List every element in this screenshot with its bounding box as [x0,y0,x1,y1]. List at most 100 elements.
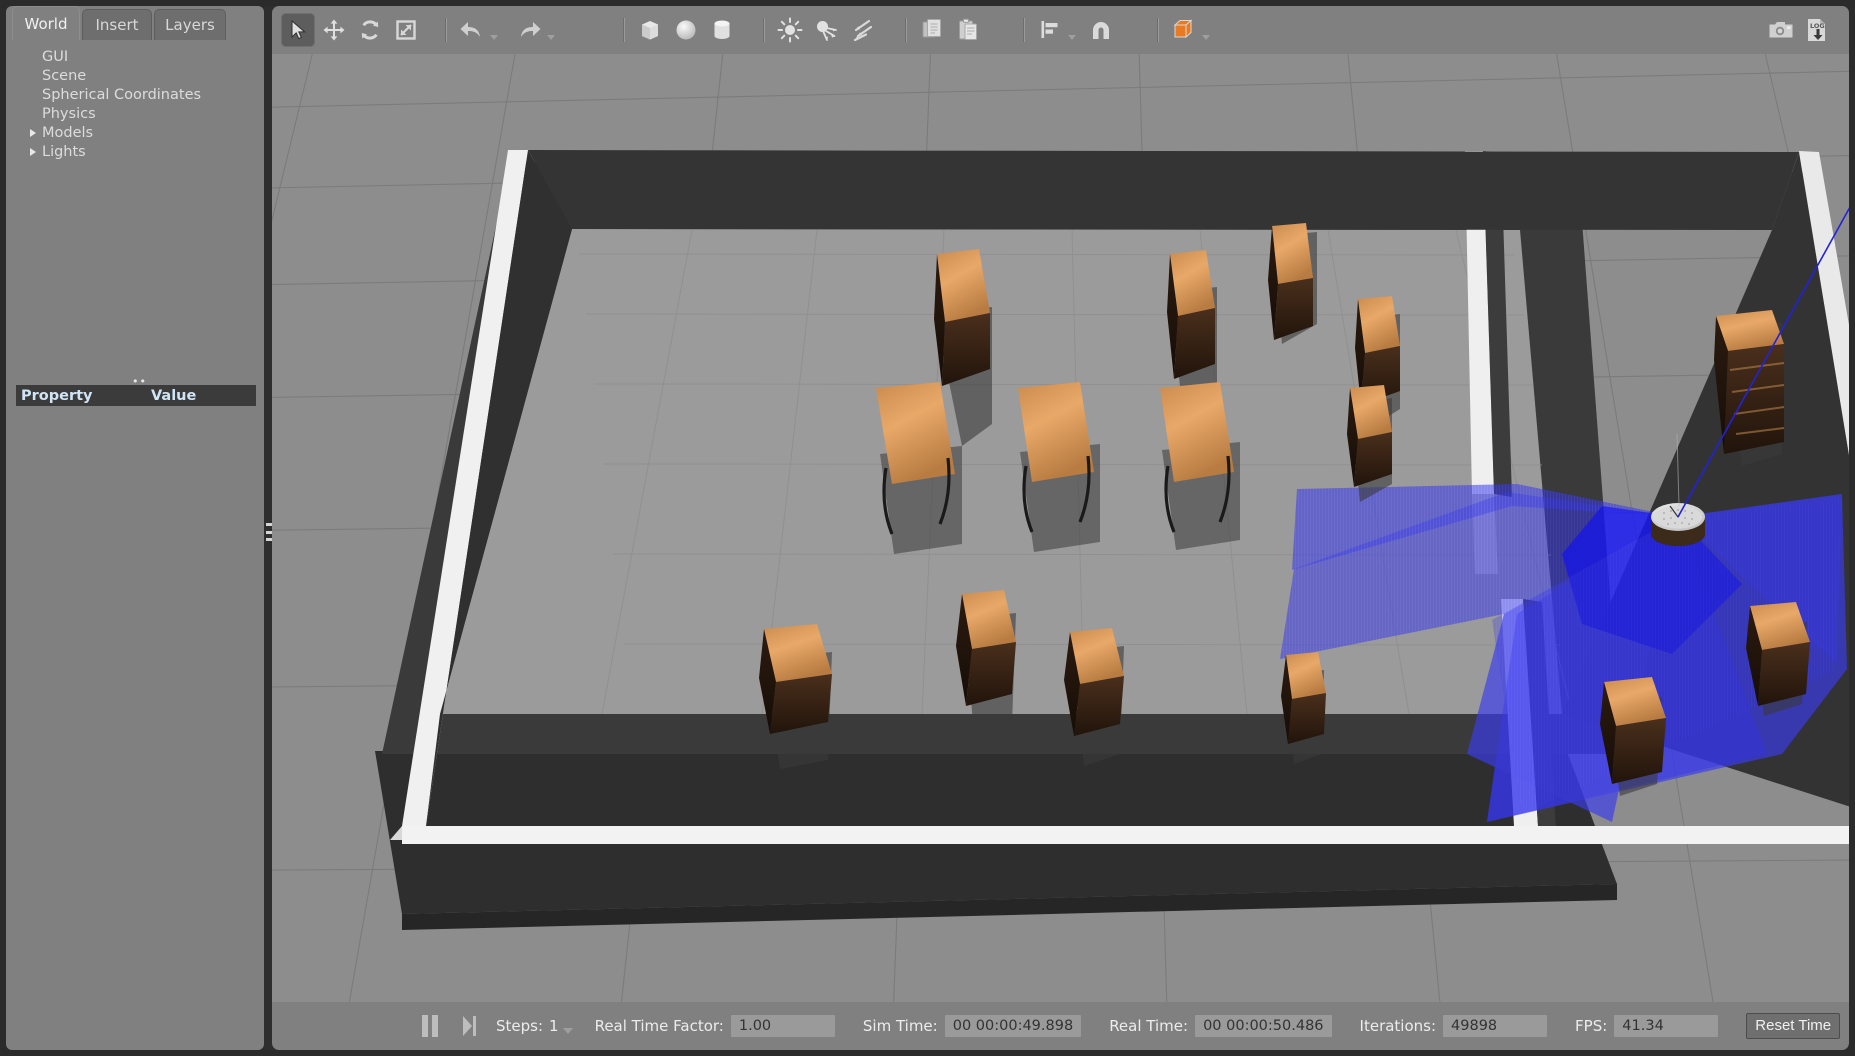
paste-icon [959,18,977,40]
insert-cylinder-button[interactable] [705,13,739,47]
screenshot-button[interactable] [1764,13,1798,47]
tree-item-gui[interactable]: GUI [6,48,264,67]
toolbar-separator [763,18,765,42]
left-panel-tabbar: World Insert Layers [6,6,264,40]
undo-button[interactable] [455,13,489,47]
value-column-header: Value [151,387,197,404]
render-container: LOG Steps: 1 Real Time Factor: 1.00 Sim … [272,6,1849,1050]
left-panel: World Insert Layers GUI Scene Spherical … [6,6,264,1050]
redo-icon [521,22,541,37]
insert-sphere-button[interactable] [669,13,703,47]
toolbar-group-primitives [616,11,740,49]
tree-item-physics[interactable]: Physics [6,105,264,124]
log-button[interactable]: LOG [1800,13,1834,47]
fps-label: FPS: [1575,1017,1608,1035]
toolbar-group-history [438,11,557,49]
log-download-icon: LOG [1808,19,1825,41]
real-time-label: Real Time: [1109,1017,1189,1035]
chevron-right-icon[interactable] [30,148,36,156]
scale-tool-button[interactable] [389,13,423,47]
view-angle-dropdown[interactable] [1202,34,1210,40]
main-toolbar: LOG [272,6,1849,54]
tree-item-models[interactable]: Models [6,124,264,143]
toolbar-group-view [1150,11,1212,49]
property-table-header: Property Value [16,385,256,406]
real-time-value: 00 00:00:50.486 [1195,1015,1332,1037]
tree-item-label: Lights [42,144,86,160]
magnet-icon [1093,22,1109,39]
paste-button[interactable] [951,13,985,47]
view-cube-icon [1173,19,1193,39]
real-time-factor-value: 1.00 [730,1015,835,1037]
undo-icon [460,22,480,37]
insert-directional-light-button[interactable] [845,13,879,47]
world-tree: GUI Scene Spherical Coordinates Physics … [6,40,264,380]
property-column-header: Property [21,387,93,404]
toolbar-group-lights [756,11,880,49]
translate-tool-button[interactable] [317,13,351,47]
tab-world[interactable]: World [12,6,80,40]
directional-light-icon [853,19,873,42]
tree-item-label: Models [42,125,94,141]
3d-render-view[interactable] [272,54,1849,1002]
align-button[interactable] [1033,13,1067,47]
rotate-tool-button[interactable] [353,13,387,47]
toolbar-separator [445,18,447,42]
box-model [1268,223,1317,344]
tree-item-spherical-coordinates[interactable]: Spherical Coordinates [6,86,264,105]
toolbar-group-align [1016,11,1119,49]
steps-label: Steps: [496,1017,544,1035]
pause-icon [432,1015,438,1037]
rotate-icon [361,20,379,40]
tree-item-lights[interactable]: Lights [6,143,264,162]
align-dropdown[interactable] [1068,34,1076,40]
snap-button[interactable] [1084,13,1118,47]
align-icon [1041,21,1058,38]
redo-button[interactable] [512,13,546,47]
iterations-label: Iterations: [1359,1017,1437,1035]
copy-button[interactable] [915,13,949,47]
toolbar-separator [623,18,625,42]
arrow-cursor-icon [291,19,306,40]
toolbar-separator [1157,18,1159,42]
insert-box-button[interactable] [633,13,667,47]
sphere-icon [676,20,696,40]
toolbar-separator [1023,18,1025,42]
camera-icon [1769,22,1793,38]
chevron-right-icon[interactable] [30,129,36,137]
move-icon [323,19,345,41]
steps-dropdown[interactable] [562,1028,573,1034]
toolbar-group-capture: LOG [1763,11,1835,49]
toolbar-separator [905,18,907,42]
box-icon [642,21,658,40]
fps-value: 41.34 [1614,1015,1719,1037]
copy-icon [922,19,941,38]
insert-point-light-button[interactable] [773,13,807,47]
gazebo-window: World Insert Layers GUI Scene Spherical … [0,0,1855,1056]
scale-icon [396,20,416,40]
insert-spot-light-button[interactable] [809,13,843,47]
tree-item-scene[interactable]: Scene [6,67,264,86]
pause-icon [422,1015,428,1037]
undo-history-dropdown[interactable] [490,34,498,40]
view-angle-button[interactable] [1167,13,1201,47]
reset-time-button[interactable]: Reset Time [1746,1013,1841,1039]
redo-history-dropdown[interactable] [547,34,555,40]
tab-insert[interactable]: Insert [82,9,152,40]
status-bar: Steps: 1 Real Time Factor: 1.00 Sim Time… [272,1002,1849,1050]
tree-item-label: Spherical Coordinates [42,87,202,103]
pause-button[interactable] [422,1015,438,1037]
sim-time-value: 00 00:00:49.898 [944,1015,1082,1037]
tree-item-label: Scene [42,68,87,84]
box-model [1347,385,1392,502]
scene-render [272,54,1849,1002]
tree-item-label: Physics [42,106,96,122]
tab-layers[interactable]: Layers [154,9,226,40]
step-button[interactable] [460,1015,478,1037]
cylinder-icon [714,20,730,39]
iterations-value: 49898 [1443,1015,1548,1037]
svg-text:LOG: LOG [1810,22,1825,30]
point-light-icon [777,17,803,43]
select-tool-button[interactable] [281,13,315,47]
tree-item-label: GUI [42,49,69,65]
